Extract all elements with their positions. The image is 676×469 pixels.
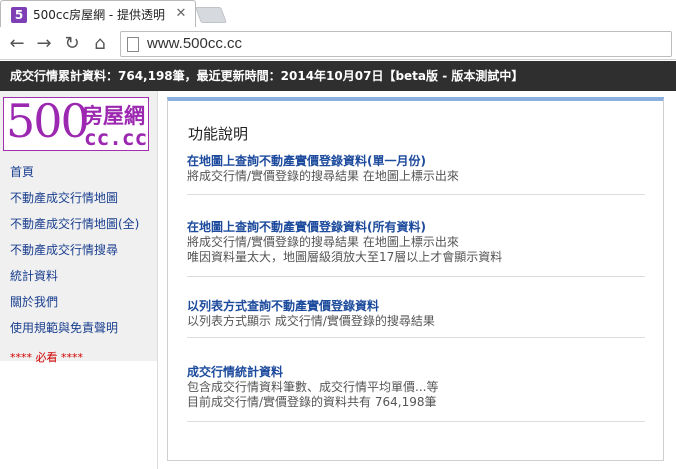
site-favicon-icon: 5 [11, 7, 27, 23]
sidebar-item-terms[interactable]: 使用規範與免責聲明 [10, 320, 139, 346]
page-icon [127, 37, 139, 52]
feature-link-map-monthly[interactable]: 在地圖上查詢不動產實價登錄資料(單一月份) [187, 153, 645, 169]
feature-link-map-all[interactable]: 在地圖上查詢不動產實價登錄資料(所有資料) [187, 219, 645, 235]
logo-cc-text: cc.cc [84, 126, 148, 150]
logo-500-text: 500 [6, 94, 90, 148]
stats-banner: 成交行情累計資料：764,198筆，最近更新時間：2014年10月07日【bet… [0, 61, 676, 91]
sidebar-item-statistics[interactable]: 統計資料 [10, 268, 139, 294]
sidebar-item-must-read[interactable]: **** 必看 **** [10, 351, 83, 364]
reload-icon[interactable]: ↻ [61, 33, 83, 55]
home-icon[interactable]: ⌂ [89, 33, 111, 55]
address-bar[interactable]: www.500cc.cc [120, 31, 672, 57]
feature-description: 將成交行情/實價登錄的搜尋結果 在地圖上標示出來 [187, 235, 459, 249]
tab-strip: 5 500cc房屋網 - 提供透明 ✕ [0, 0, 676, 28]
browser-tab[interactable]: 5 500cc房屋網 - 提供透明 ✕ [0, 0, 196, 27]
browser-toolbar: ← → ↻ ⌂ www.500cc.cc [0, 28, 676, 60]
site-logo[interactable]: 500 房屋網 cc.cc [3, 94, 149, 151]
feature-description: 唯因資料量太大，地圖層級須放大至17層以上才會顯示資料 [187, 250, 503, 264]
feature-panel: 功能說明 在地圖上查詢不動產實價登錄資料(單一月份) 將成交行情/實價登錄的搜尋… [167, 97, 664, 461]
sidebar-item-price-map[interactable]: 不動產成交行情地圖 [10, 190, 139, 216]
feature-item: 在地圖上查詢不動產實價登錄資料(單一月份) 將成交行情/實價登錄的搜尋結果 在地… [187, 153, 645, 195]
feature-description: 將成交行情/實價登錄的搜尋結果 在地圖上標示出來 [187, 169, 459, 183]
close-tab-icon[interactable]: ✕ [173, 6, 189, 22]
feature-item: 成交行情統計資料 包含成交行情資料筆數、成交行情平均單價...等 目前成交行情/… [187, 364, 645, 422]
sidebar-item-price-map-all[interactable]: 不動產成交行情地圖(全) [10, 216, 139, 242]
sidebar-item-about[interactable]: 關於我們 [10, 294, 139, 320]
feature-link-statistics[interactable]: 成交行情統計資料 [187, 364, 645, 380]
feature-description: 目前成交行情/實價登錄的資料共有 764,198筆 [187, 395, 437, 409]
tab-title: 500cc房屋網 - 提供透明 [33, 8, 165, 22]
sidebar: 500 房屋網 cc.cc 首頁 不動產成交行情地圖 不動產成交行情地圖(全) … [0, 91, 158, 469]
sidebar-item-price-search[interactable]: 不動產成交行情搜尋 [10, 242, 139, 268]
sidebar-item-home[interactable]: 首頁 [10, 164, 139, 190]
forward-arrow-icon[interactable]: → [33, 33, 55, 55]
back-arrow-icon[interactable]: ← [6, 33, 28, 55]
feature-description: 以列表方式顯示 成交行情/實價登錄的搜尋結果 [187, 314, 435, 328]
sidebar-nav: 首頁 不動產成交行情地圖 不動產成交行情地圖(全) 不動產成交行情搜尋 統計資料… [10, 164, 139, 365]
feature-item: 以列表方式查詢不動產實價登錄資料 以列表方式顯示 成交行情/實價登錄的搜尋結果 [187, 298, 645, 338]
sidebar-divider [157, 91, 158, 469]
new-tab-button[interactable] [195, 7, 227, 23]
feature-description: 包含成交行情資料筆數、成交行情平均單價...等 [187, 380, 439, 394]
url-text: www.500cc.cc [147, 35, 243, 52]
feature-link-list-search[interactable]: 以列表方式查詢不動產實價登錄資料 [187, 298, 645, 314]
feature-item: 在地圖上查詢不動產實價登錄資料(所有資料) 將成交行情/實價登錄的搜尋結果 在地… [187, 219, 645, 277]
page-title: 功能說明 [188, 125, 249, 143]
